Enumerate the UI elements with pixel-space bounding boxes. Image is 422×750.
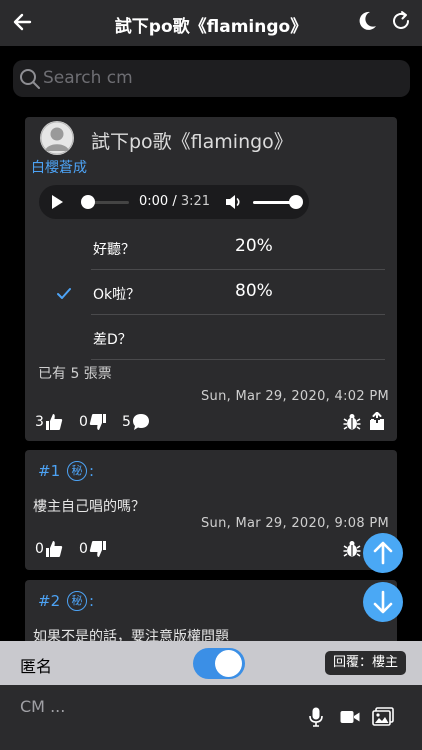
audio-current-time: 0:00 (139, 194, 169, 209)
share-icon[interactable] (368, 412, 386, 430)
reply-to-badge[interactable]: 回覆：樓主 (325, 651, 407, 675)
vote-count: 已有 5 張票 (38, 366, 112, 382)
post-title: 試下po歌《flamingo》 (91, 131, 293, 153)
poll-option-label: 差D？ (93, 332, 132, 348)
anonymous-toggle[interactable] (193, 648, 245, 679)
dislike-count: 0 (79, 541, 88, 557)
search-bar[interactable]: Search cm (13, 60, 410, 97)
post-timestamp: Sun, Mar 29, 2020, 4:02 PM (201, 389, 389, 404)
anonymous-label: 匿名 (20, 657, 53, 676)
thumbs-down-icon (89, 414, 106, 430)
like-count: 3 (35, 414, 44, 430)
poll-option-label: 好聽？ (93, 242, 135, 258)
comment-composer: CM ... (0, 685, 422, 750)
poll-option-label: Ok啦？ (93, 287, 141, 303)
arrow-down-icon (373, 590, 393, 614)
comment-count: 5 (122, 414, 131, 430)
anonymous-bar: 匿名 回覆：樓主 (0, 641, 422, 685)
comment-button[interactable]: 5 (122, 413, 150, 431)
audio-player: 0:00 / 3:21 (39, 185, 309, 219)
comment-timestamp: Sun, Mar 29, 2020, 9:08 PM (201, 516, 389, 531)
comment-text: 樓主自己唱的嗎？ (33, 499, 145, 515)
comment-card: #1 秘 : 樓主自己唱的嗎？ Sun, Mar 29, 2020, 9:08 … (25, 450, 397, 570)
dislike-button[interactable]: 0 (79, 540, 107, 558)
microphone-icon[interactable] (309, 707, 323, 727)
volume-slider-knob[interactable] (289, 195, 303, 209)
toggle-thumb (215, 650, 242, 677)
poll-option-percent: 20% (235, 236, 273, 256)
dislike-button[interactable]: 0 (79, 413, 107, 431)
photo-gallery-icon[interactable] (372, 707, 394, 727)
search-placeholder: Search cm (43, 68, 133, 88)
thumbs-up-icon (45, 414, 63, 430)
top-nav-bar: 試下po歌《flamingo》 (0, 0, 422, 46)
comment-number: #2 (38, 592, 61, 610)
comment-colon: : (89, 462, 95, 480)
volume-icon[interactable] (225, 194, 243, 210)
scroll-up-button[interactable] (363, 533, 403, 573)
search-icon (20, 69, 40, 89)
poll-option[interactable]: 好聽？ 20% (91, 225, 385, 270)
comment-input[interactable]: CM ... (20, 697, 65, 716)
thumbs-up-icon (45, 541, 63, 557)
play-icon[interactable] (49, 194, 65, 210)
post-author[interactable]: 白櫻蒼成 (31, 157, 87, 177)
like-button[interactable]: 3 (35, 413, 63, 431)
video-camera-icon[interactable] (340, 707, 360, 727)
avatar[interactable] (40, 121, 74, 155)
arrow-up-icon (373, 541, 393, 565)
poll-option[interactable]: 差D？ (91, 315, 385, 360)
scroll-down-button[interactable] (363, 582, 403, 622)
post-card: 試下po歌《flamingo》 白櫻蒼成 0:00 / 3:21 好聽？ 20%… (25, 117, 397, 441)
poll-option-percent: 80% (235, 281, 273, 301)
audio-duration: 3:21 (180, 194, 211, 209)
thumbs-down-icon (89, 541, 106, 557)
refresh-icon[interactable] (390, 10, 412, 32)
comment-colon: : (89, 592, 95, 610)
bug-report-icon[interactable] (343, 413, 361, 431)
speech-bubble-icon (132, 414, 149, 430)
dislike-count: 0 (79, 414, 88, 430)
dark-mode-moon-icon[interactable] (356, 10, 378, 32)
audio-time: 0:00 / 3:21 (139, 194, 211, 209)
comment-number: #1 (38, 462, 61, 480)
bug-report-icon[interactable] (343, 540, 361, 558)
poll-option[interactable]: Ok啦？ 80% (91, 270, 385, 315)
checkmark-icon (57, 288, 71, 299)
like-count: 0 (35, 541, 44, 557)
audio-progress-knob[interactable] (81, 195, 95, 209)
secret-badge: 秘 (67, 461, 87, 481)
like-button[interactable]: 0 (35, 540, 63, 558)
secret-badge: 秘 (67, 591, 87, 611)
